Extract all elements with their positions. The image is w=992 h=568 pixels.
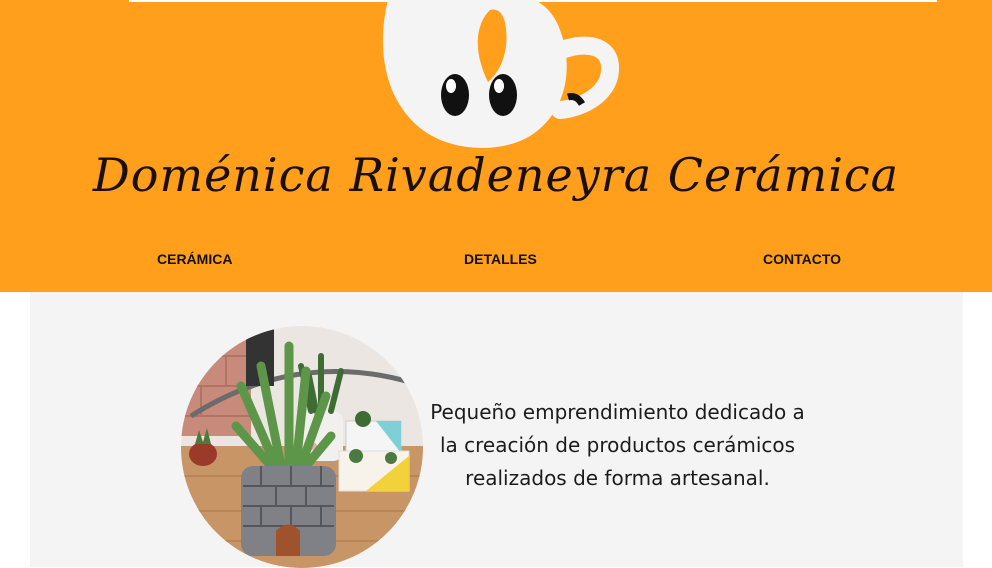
nav-item-contacto[interactable]: CONTACTO [763, 251, 841, 267]
succulent-planters-photo [181, 326, 423, 568]
intro-text: Pequeño emprendimiento dedicado a la cre… [430, 400, 805, 490]
mug-cat-logo-icon[interactable] [370, 0, 620, 160]
brand-title: Doménica Rivadeneyra Cerámica [92, 148, 900, 202]
nav-item-detalles[interactable]: DETALLES [464, 251, 537, 267]
photo-illustration [181, 326, 423, 568]
intro-section: Pequeño emprendimiento dedicado a la cre… [30, 292, 963, 568]
nav-item-ceramica[interactable]: CERÁMICA [157, 251, 232, 267]
site-header: Doménica Rivadeneyra Cerámica CERÁMICA D… [0, 0, 992, 292]
